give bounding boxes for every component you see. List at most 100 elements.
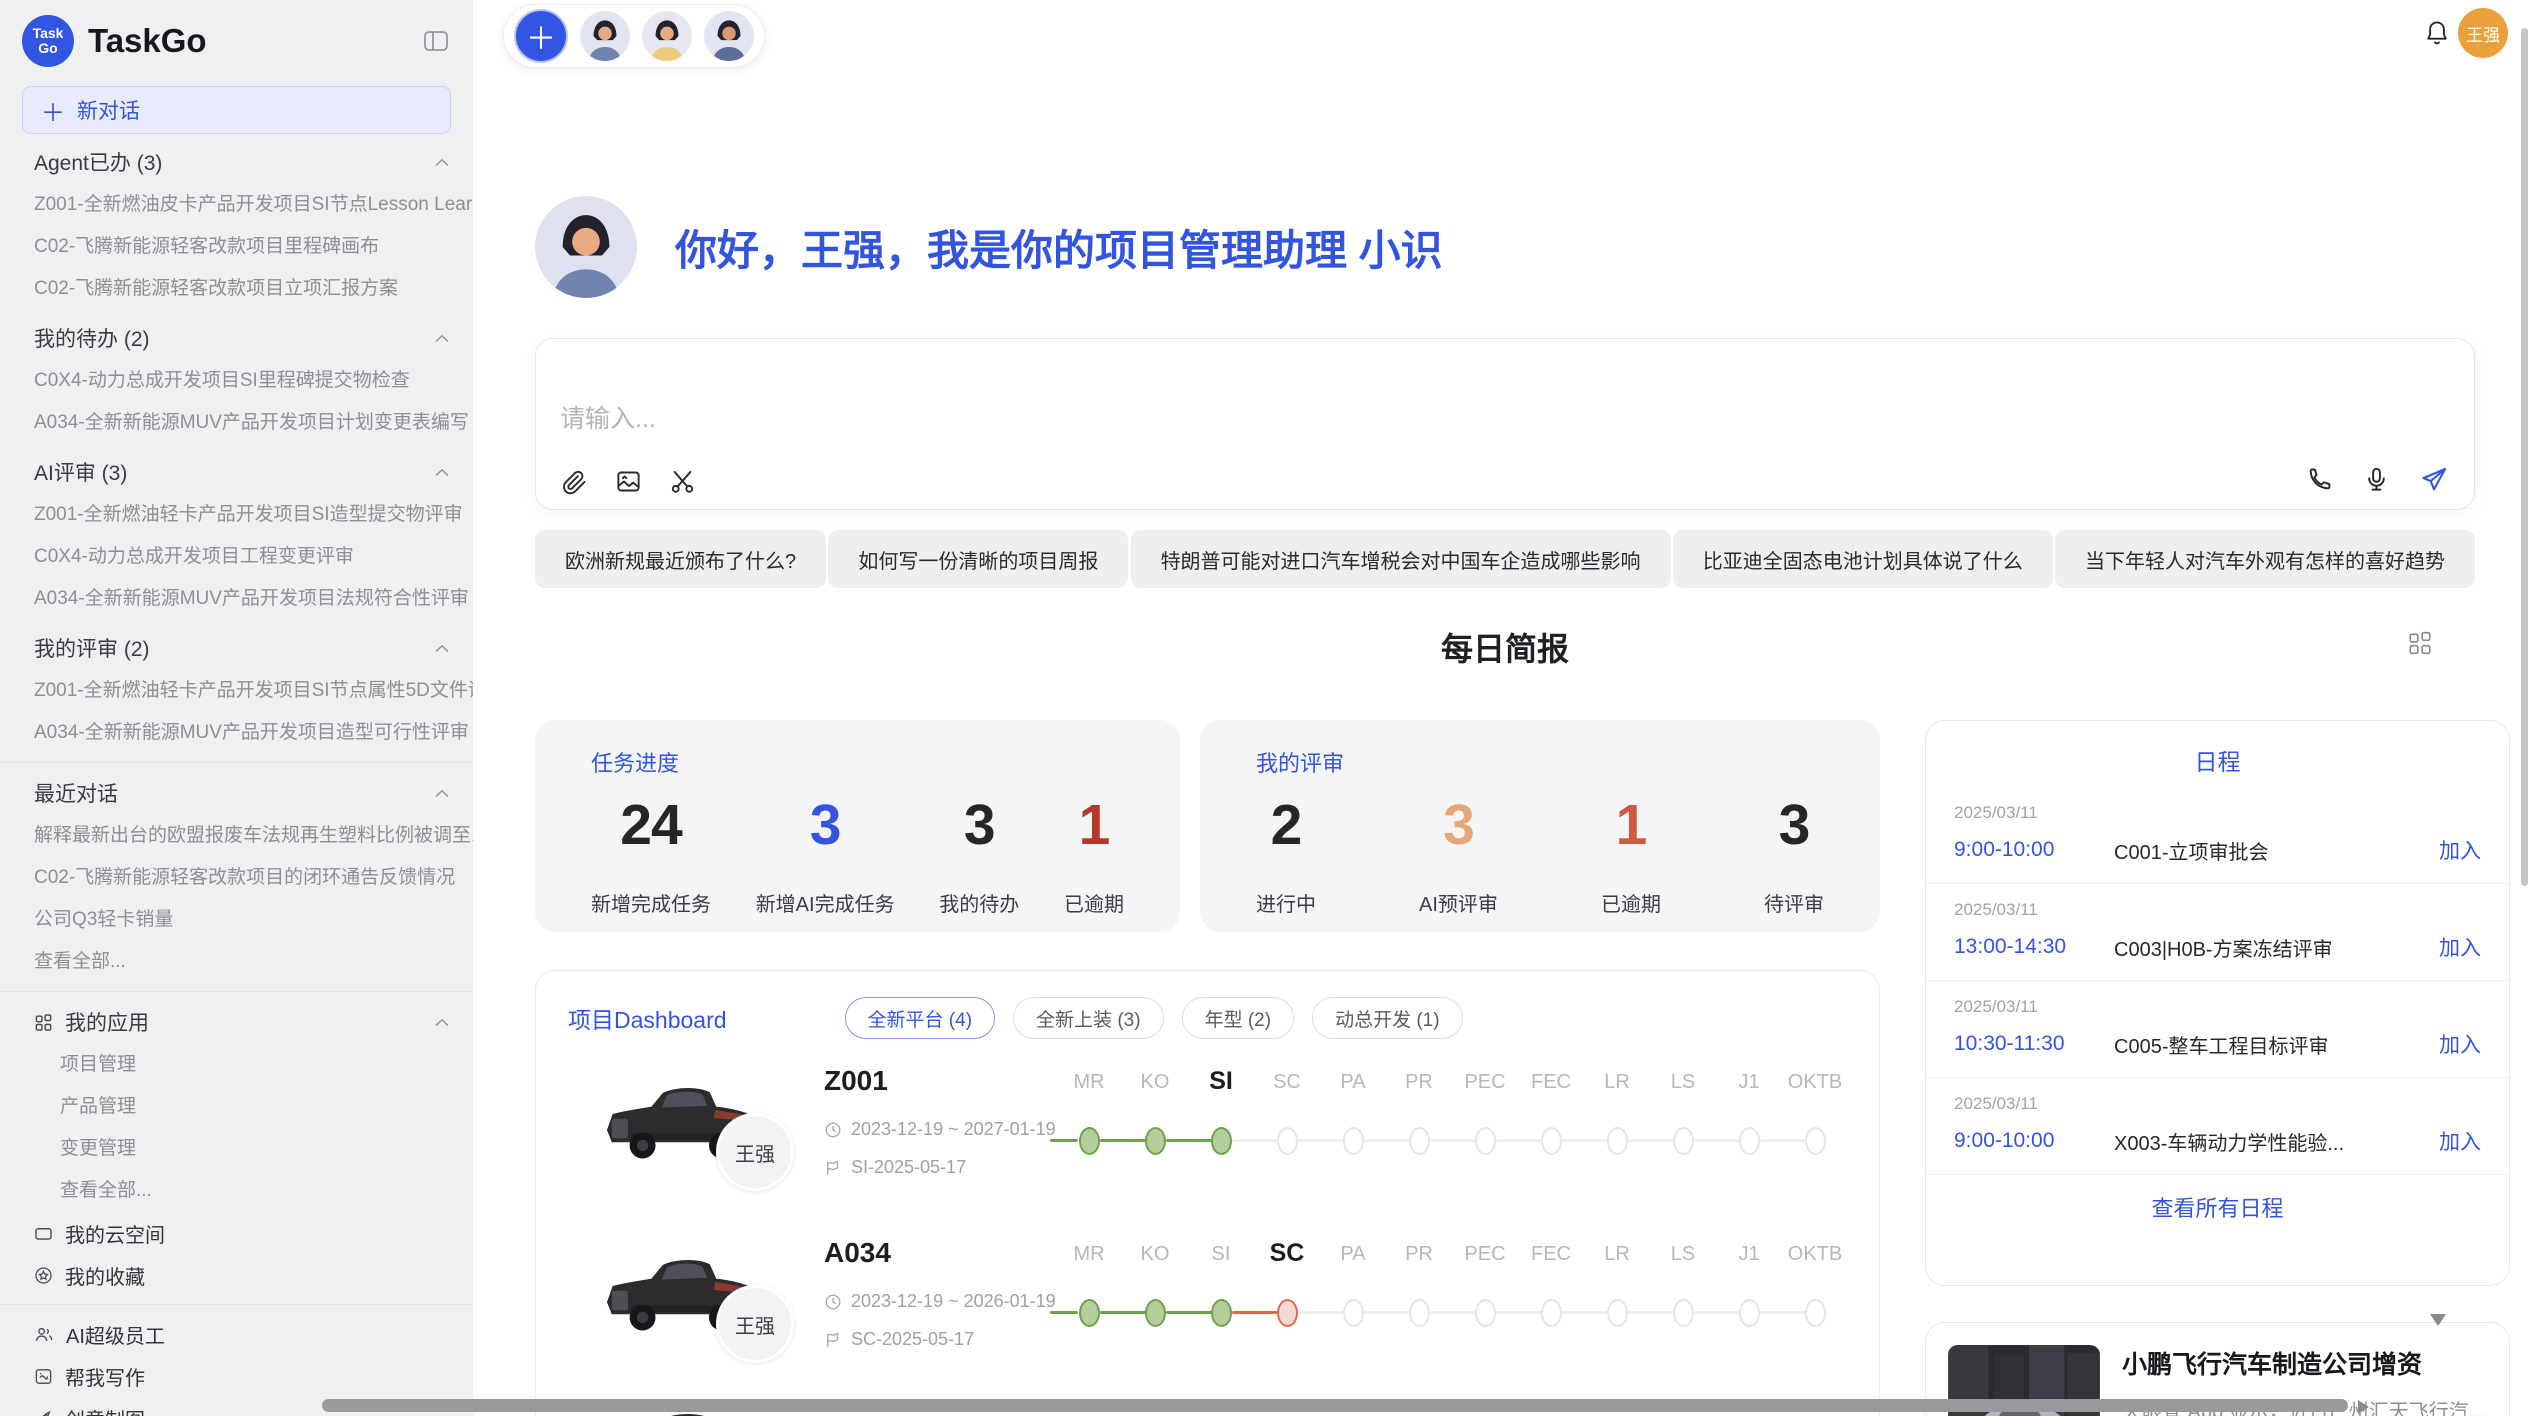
- sidebar-item[interactable]: 公司Q3轻卡销量: [0, 899, 473, 941]
- sidebar-link[interactable]: 我的收藏: [0, 1254, 473, 1296]
- sidebar-item[interactable]: Z001-全新燃油皮卡产品开发项目SI节点Lesson Learn报告: [0, 184, 473, 226]
- sidebar-tool[interactable]: 帮我写作: [0, 1355, 473, 1397]
- schedule-join-link[interactable]: 加入: [2439, 1126, 2481, 1156]
- sidebar-item[interactable]: 变更管理: [0, 1128, 473, 1170]
- sidebar-item[interactable]: C02-飞腾新能源轻客改款项目里程碑画布: [0, 226, 473, 268]
- dashboard-filter[interactable]: 动总开发 (1): [1312, 997, 1463, 1039]
- sidebar-section-label: 我的待办 (2): [34, 323, 435, 353]
- sidebar-item[interactable]: A034-全新新能源MUV产品开发项目造型可行性评审: [0, 712, 473, 754]
- sidebar-item[interactable]: 产品管理: [0, 1086, 473, 1128]
- stat[interactable]: 24新增完成任务: [591, 792, 711, 917]
- schedule-join-link[interactable]: 加入: [2439, 1029, 2481, 1059]
- project-dashboard-card: 项目Dashboard 全新平台 (4) 全新上装 (3) 年型 (2) 动总开发 (…: [535, 970, 1880, 1416]
- stat[interactable]: 3AI预评审: [1419, 792, 1498, 917]
- stat-label: 待评审: [1764, 888, 1824, 917]
- schedule-item[interactable]: 2025/03/1110:30-11:30C005-整车工程目标评审加入: [1926, 981, 2509, 1078]
- send-icon[interactable]: [2420, 465, 2448, 493]
- sidebar-item[interactable]: 查看全部...: [0, 941, 473, 983]
- suggestion-chip[interactable]: 欧洲新规最近颁布了什么?: [535, 530, 826, 588]
- new-chat-button[interactable]: ＋ 新对话: [22, 86, 451, 134]
- sidebar-item[interactable]: C02-飞腾新能源轻客改款项目立项汇报方案: [0, 268, 473, 310]
- sidebar-section-header[interactable]: 最近对话: [0, 771, 473, 815]
- dashboard-filter[interactable]: 年型 (2): [1182, 997, 1295, 1039]
- stat[interactable]: 1已逾期: [1064, 792, 1124, 917]
- milestone-label: MR: [1056, 1071, 1122, 1094]
- sidebar-item[interactable]: Z001-全新燃油轻卡产品开发项目SI造型提交物评审: [0, 494, 473, 536]
- milestone-node: [1541, 1299, 1562, 1327]
- schedule-join-link[interactable]: 加入: [2439, 932, 2481, 962]
- stat[interactable]: 3新增AI完成任务: [756, 792, 895, 917]
- schedule-item[interactable]: 2025/03/1113:00-14:30C003|H0B-方案冻结评审加入: [1926, 884, 2509, 981]
- sidebar-item[interactable]: A034-全新新能源MUV产品开发项目法规符合性评审: [0, 578, 473, 620]
- stat[interactable]: 3待评审: [1764, 792, 1824, 917]
- schedule-join-link[interactable]: 加入: [2439, 835, 2481, 865]
- grid-icon[interactable]: [2407, 630, 2433, 661]
- milestone-connector: [1166, 1139, 1212, 1142]
- milestone-connector: [1496, 1139, 1542, 1142]
- schedule-name: C001-立项审批会: [2114, 836, 2439, 865]
- schedule-item[interactable]: 2025/03/119:00-10:00C001-立项审批会加入: [1926, 787, 2509, 884]
- sidebar-tool[interactable]: AI超级员工: [0, 1313, 473, 1355]
- stat[interactable]: 3我的待办: [939, 792, 1019, 917]
- sidebar-item[interactable]: C0X4-动力总成开发项目工程变更评审: [0, 536, 473, 578]
- phone-icon[interactable]: [2304, 465, 2332, 493]
- briefing-card-title: 任务进度: [591, 746, 1124, 778]
- news-title: 小鹏飞行汽车制造公司增资: [2122, 1345, 2485, 1381]
- sidebar-section-header[interactable]: AI评审 (3): [0, 450, 473, 494]
- input-toolbar-right: [2304, 465, 2448, 493]
- dashboard-filter[interactable]: 全新平台 (4): [845, 997, 996, 1039]
- dashboard-title: 项目Dashboard: [568, 1001, 727, 1035]
- stat-label: 已逾期: [1064, 888, 1124, 917]
- sidebar-section-header[interactable]: Agent已办 (3): [0, 140, 473, 184]
- scissors-icon[interactable]: [668, 467, 696, 495]
- project-row[interactable]: 王强Z0012023-12-19 ~ 2027-01-19SI-2025-05-…: [536, 1057, 1879, 1225]
- suggestion-chip[interactable]: 比亚迪全固态电池计划具体说了什么: [1673, 530, 2053, 588]
- schedule-time: 13:00-14:30: [1954, 935, 2114, 959]
- paperclip-icon[interactable]: [560, 467, 588, 495]
- stat-label: 新增完成任务: [591, 888, 711, 917]
- suggestion-chip[interactable]: 特朗普可能对进口汽车增税会对中国车企造成哪些影响: [1131, 530, 1671, 588]
- milestone-connector: [1496, 1311, 1542, 1314]
- milestone-connector: [1364, 1311, 1410, 1314]
- milestone-label: PA: [1320, 1243, 1386, 1266]
- microphone-icon[interactable]: [2362, 465, 2390, 493]
- sidebar-item[interactable]: Z001-全新燃油轻卡产品开发项目SI节点属性5D文件评审: [0, 670, 473, 712]
- schedule-time: 9:00-10:00: [1954, 838, 2114, 862]
- flag-icon: [824, 1159, 842, 1177]
- horizontal-scrollbar[interactable]: [322, 1399, 2348, 1412]
- divider: [0, 1304, 473, 1305]
- sidebar-section-header[interactable]: 我的应用: [0, 1000, 473, 1044]
- chat-input[interactable]: [560, 397, 1960, 441]
- milestone-timeline: MRKOSISCPAPRPECFECLRLSJ1OKTB: [1056, 1241, 1856, 1351]
- sidebar-item[interactable]: 解释最新出台的欧盟报废车法规再生塑料比例被调至15%...: [0, 815, 473, 857]
- schedule-time: 10:30-11:30: [1954, 1032, 2114, 1056]
- sidebar-item[interactable]: A034-全新新能源MUV产品开发项目计划变更表编写: [0, 402, 473, 444]
- stat[interactable]: 2进行中: [1256, 792, 1316, 917]
- schedule-item[interactable]: 2025/03/119:00-10:00X003-车辆动力学性能验...加入: [1926, 1078, 2509, 1175]
- sidebar-section-header[interactable]: 我的待办 (2): [0, 316, 473, 360]
- ai-staff-icon: [34, 1325, 54, 1344]
- view-all-schedule-link[interactable]: 查看所有日程: [1926, 1191, 2509, 1223]
- milestone-node: [1079, 1299, 1100, 1327]
- stat[interactable]: 1已逾期: [1601, 792, 1661, 917]
- sidebar-link[interactable]: 我的云空间: [0, 1212, 473, 1254]
- sidebar-item[interactable]: 查看全部...: [0, 1170, 473, 1212]
- milestone-connector: [1166, 1311, 1212, 1314]
- sidebar-item[interactable]: C0X4-动力总成开发项目SI里程碑提交物检查: [0, 360, 473, 402]
- sidebar-tool-label: AI超级员工: [66, 1320, 165, 1349]
- suggestion-chip[interactable]: 当下年轻人对汽车外观有怎样的喜好趋势: [2055, 530, 2475, 588]
- sidebar-item[interactable]: 项目管理: [0, 1044, 473, 1086]
- project-row[interactable]: 王强A0342023-12-19 ~ 2026-01-19SC-2025-05-…: [536, 1229, 1879, 1379]
- scroll-down-arrow[interactable]: [2430, 1314, 2446, 1326]
- vertical-scrollbar[interactable]: [2521, 28, 2528, 886]
- image-icon[interactable]: [614, 467, 642, 495]
- sidebar-collapse-icon[interactable]: [421, 26, 451, 56]
- sidebar-section-header[interactable]: 我的评审 (2): [0, 626, 473, 670]
- dashboard-filter[interactable]: 全新上装 (3): [1013, 997, 1164, 1039]
- sidebar-section: 我的待办 (2) C0X4-动力总成开发项目SI里程碑提交物检查A034-全新新能…: [0, 316, 473, 444]
- cloud-space-icon: [34, 1224, 53, 1243]
- scroll-right-arrow[interactable]: [2358, 1400, 2369, 1414]
- sidebar-item[interactable]: C02-飞腾新能源轻客改款项目的闭环通告反馈情况: [0, 857, 473, 899]
- milestone-connector: [1562, 1139, 1608, 1142]
- suggestion-chip[interactable]: 如何写一份清晰的项目周报: [828, 530, 1128, 588]
